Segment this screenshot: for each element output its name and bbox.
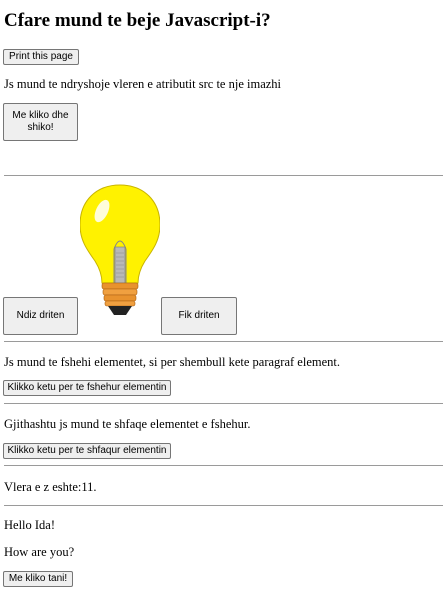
light-on-button[interactable]: Ndiz driten xyxy=(3,297,78,335)
divider-4 xyxy=(4,465,443,466)
how-paragraph: How are you? xyxy=(4,545,75,559)
show-paragraph: Gjithashtu js mund te shfaqe elementet e… xyxy=(4,417,251,431)
img-src-paragraph: Js mund te ndryshoje vleren e atributit … xyxy=(4,77,282,91)
lightbulb-icon xyxy=(79,184,161,315)
hide-paragraph: Js mund te fshehi elementet, si per shem… xyxy=(4,355,340,369)
page-title: Cfare mund te beje Javascript-i? xyxy=(4,10,271,31)
print-page-button[interactable]: Print this page xyxy=(3,49,79,65)
show-element-button[interactable]: Klikko ketu per te shfaqur elementin xyxy=(3,443,171,459)
value-paragraph: Vlera e z eshte:11. xyxy=(4,480,97,494)
divider-3 xyxy=(4,403,443,404)
light-off-button[interactable]: Fik driten xyxy=(161,297,237,335)
lightbulb-image xyxy=(79,183,161,323)
click-and-see-button[interactable]: Me kliko dhe shiko! xyxy=(3,103,78,141)
divider-5 xyxy=(4,505,443,506)
divider-2 xyxy=(4,341,443,342)
divider-1 xyxy=(4,175,443,176)
click-now-button[interactable]: Me kliko tani! xyxy=(3,571,73,587)
hide-element-button[interactable]: Klikko ketu per te fshehur elementin xyxy=(3,380,171,396)
hello-paragraph: Hello Ida! xyxy=(4,518,56,532)
